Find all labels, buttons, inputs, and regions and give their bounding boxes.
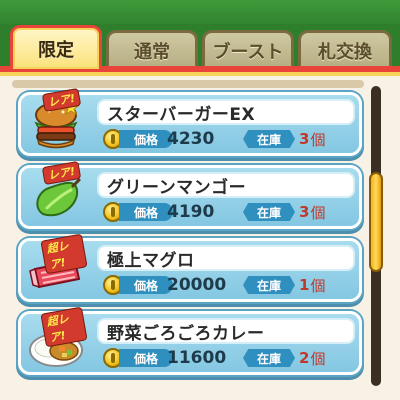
stock-unit: 個 [310, 349, 326, 368]
price-value: 11600 [167, 348, 227, 368]
shop-item[interactable]: 超レア! 野菜ごろごろカレー 価格 11600 在庫 2個 [18, 306, 362, 375]
stock-value: 3個 [299, 129, 349, 149]
price-value: 20000 [167, 275, 227, 295]
item-name: 野菜ごろごろカレー [97, 318, 355, 344]
stock-unit: 個 [310, 203, 326, 222]
tab-limited[interactable]: 限定 [10, 25, 102, 69]
shop-item[interactable]: レア! スターバーガーEX 価格 4230 在庫 3個 [18, 87, 362, 156]
stock-unit: 個 [310, 130, 326, 149]
tab-boost[interactable]: ブースト [202, 30, 294, 68]
rarity-badge: 超レア! [40, 306, 88, 348]
tab-normal[interactable]: 通常 [106, 30, 198, 68]
stock-label: 在庫 [243, 203, 295, 221]
price-label: 価格 [119, 203, 173, 221]
mango-icon: レア! [27, 160, 85, 226]
tuna-icon: 超レア! [27, 233, 88, 299]
item-name: スターバーガーEX [97, 99, 355, 125]
stock-unit: 個 [310, 276, 326, 295]
stock-label: 在庫 [243, 130, 295, 148]
stock-label: 在庫 [243, 349, 295, 367]
price-value: 4190 [167, 202, 215, 222]
price-label: 価格 [119, 276, 173, 294]
item-name: グリーンマンゴー [97, 172, 355, 198]
shop-item[interactable]: レア! グリーンマンゴー 価格 4190 在庫 3個 [18, 160, 362, 229]
price-label: 価格 [119, 130, 173, 148]
stock-value: 2個 [299, 348, 349, 368]
item-name: 極上マグロ [97, 245, 355, 271]
stock-count: 3 [299, 203, 310, 221]
stock-count: 3 [299, 130, 310, 148]
curry-icon: 超レア! [27, 306, 88, 372]
stock-value: 1個 [299, 275, 349, 295]
burger-icon: レア! [27, 87, 85, 153]
rarity-badge: 超レア! [40, 233, 88, 275]
stock-label: 在庫 [243, 276, 295, 294]
stock-count: 2 [299, 349, 310, 367]
list-top-edge [12, 80, 364, 88]
shop-item[interactable]: 超レア! 極上マグロ 価格 20000 在庫 1個 [18, 233, 362, 302]
price-value: 4230 [167, 129, 215, 149]
tab-underline-accent [0, 72, 400, 76]
stock-count: 1 [299, 276, 310, 294]
scrollbar-thumb[interactable] [369, 172, 383, 272]
stock-value: 3個 [299, 202, 349, 222]
tab-ticket-exchange[interactable]: 札交換 [298, 30, 392, 68]
price-label: 価格 [119, 349, 173, 367]
